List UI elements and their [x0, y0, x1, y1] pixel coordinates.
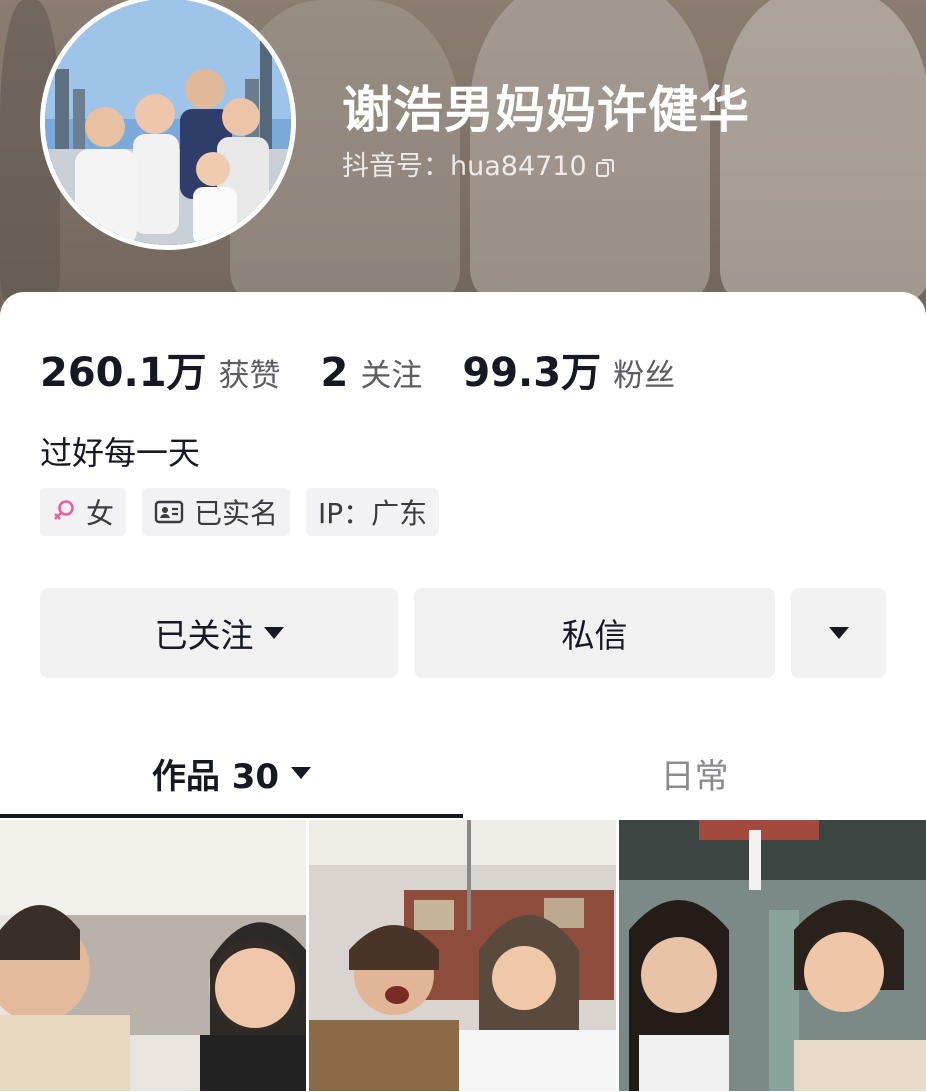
- verified-tag: 已实名: [142, 488, 291, 536]
- profile-header-background: 谢浩男妈妈许健华 抖音号：hua84710: [0, 0, 926, 330]
- message-button[interactable]: 私信: [414, 588, 775, 678]
- video-thumbnail[interactable]: [309, 820, 616, 1091]
- tab-daily-label: 日常: [660, 756, 729, 797]
- content-tabs: 作品 30 日常: [0, 730, 926, 820]
- caret-down-icon: [291, 767, 312, 779]
- caret-down-icon: [828, 627, 849, 639]
- username: 谢浩男妈妈许健华: [342, 81, 750, 139]
- following-dropdown-button[interactable]: 已关注: [40, 588, 398, 678]
- more-options-button[interactable]: [791, 588, 886, 678]
- ip-location-text: IP：广东: [318, 497, 428, 530]
- verified-text: 已实名: [194, 497, 279, 530]
- followers-count[interactable]: 99.3万: [462, 340, 601, 398]
- tab-daily[interactable]: 日常: [463, 730, 926, 816]
- following-count[interactable]: 2: [321, 350, 349, 396]
- bio: 过好每一天: [40, 434, 201, 472]
- tab-works[interactable]: 作品 30: [0, 730, 463, 816]
- ip-location-tag: IP：广东: [306, 488, 440, 536]
- followers-label[interactable]: 粉丝: [613, 350, 675, 395]
- copy-icon[interactable]: [595, 154, 615, 177]
- douyin-id-text: 抖音号：hua84710: [342, 151, 587, 182]
- caret-down-icon: [263, 627, 284, 639]
- tab-works-label: 作品 30: [151, 756, 280, 797]
- likes-label: 获赞: [218, 358, 281, 394]
- video-thumbnail[interactable]: [0, 820, 306, 1091]
- douyin-id: 抖音号：hua84710: [342, 144, 615, 183]
- following-button-label: 已关注: [154, 616, 254, 655]
- gender-tag: 女: [40, 488, 127, 536]
- video-thumbnail[interactable]: [619, 820, 926, 1091]
- following-label[interactable]: 关注: [360, 350, 422, 395]
- background-photo-figure: [720, 0, 926, 300]
- profile-tags: 女 已实名 IP：广东: [40, 488, 440, 536]
- avatar[interactable]: [40, 0, 296, 250]
- female-icon: [52, 499, 76, 525]
- video-grid: [0, 820, 926, 1091]
- id-card-icon: [154, 500, 184, 524]
- message-button-label: 私信: [561, 616, 628, 655]
- gender-text: 女: [86, 497, 115, 530]
- active-tab-indicator: [0, 814, 463, 818]
- likes-count: 260.1万: [40, 350, 207, 396]
- stats-row: 260.1万 获赞 2 关注 99.3万 粉丝: [40, 340, 715, 398]
